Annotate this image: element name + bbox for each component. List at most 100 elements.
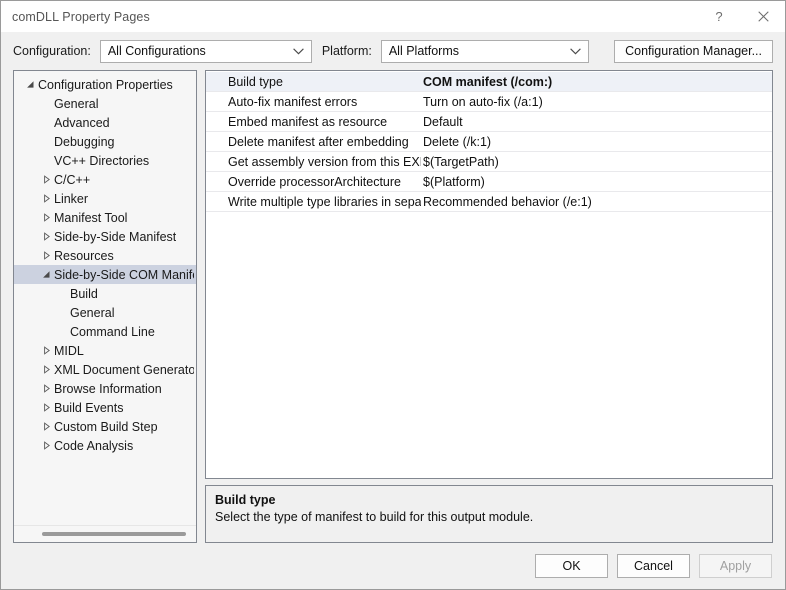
close-icon — [757, 11, 769, 22]
tree-item-side-by-side-com-manifest[interactable]: Side-by-Side COM Manifest — [14, 265, 196, 284]
property-value[interactable]: Delete (/k:1) — [421, 135, 772, 149]
expander-expand-icon[interactable] — [38, 194, 54, 203]
configuration-label: Configuration: — [13, 44, 91, 58]
tree-item-linker[interactable]: Linker — [14, 189, 196, 208]
tree-item-build[interactable]: Build — [14, 284, 196, 303]
property-value[interactable]: $(TargetPath) — [421, 155, 772, 169]
close-button[interactable] — [741, 1, 785, 32]
property-name: Delete manifest after embedding — [228, 134, 409, 149]
property-row[interactable]: Delete manifest after embedding Delete (/… — [206, 132, 772, 152]
tree-item-label: Browse Information — [54, 381, 162, 396]
configuration-toolbar: Configuration: All Configurations Platfo… — [1, 32, 785, 70]
expander-expand-icon[interactable] — [38, 232, 54, 241]
property-value[interactable]: $(Platform) — [421, 175, 772, 189]
platform-dropdown[interactable]: All Platforms — [380, 39, 589, 63]
tree-item-label: C/C++ — [54, 172, 91, 187]
tree-item-code-analysis[interactable]: Code Analysis — [14, 436, 196, 455]
tree-item-general[interactable]: General — [14, 94, 196, 113]
tree-item-label: XML Document Generator — [54, 362, 194, 377]
property-grid-panel: Build type COM manifest (/com:) Auto-fix m… — [205, 70, 773, 479]
window-title: comDLL Property Pages — [12, 9, 150, 24]
tree-item-advanced[interactable]: Advanced — [14, 113, 196, 132]
description-panel: Build type Select the type of manifest t… — [205, 485, 773, 543]
expander-expand-icon[interactable] — [38, 175, 54, 184]
expander-expand-icon[interactable] — [38, 346, 54, 355]
apply-button[interactable]: Apply — [699, 554, 772, 578]
tree-item-label: Debugging — [54, 134, 115, 149]
cancel-button[interactable]: Cancel — [617, 554, 690, 578]
properties-tree-panel: Configuration Properties General Advanced D… — [13, 70, 197, 543]
property-row[interactable]: Write multiple type libraries in separat… — [206, 192, 772, 212]
property-row[interactable]: Auto-fix manifest errors Turn on auto-fix… — [206, 92, 772, 112]
question-mark-icon: ? — [715, 9, 723, 24]
property-name: Auto-fix manifest errors — [228, 94, 358, 109]
property-row[interactable]: Embed manifest as resource Default — [206, 112, 772, 132]
expander-expand-icon[interactable] — [38, 384, 54, 393]
tree-item-c-c[interactable]: C/C++ — [14, 170, 196, 189]
tree-item-xml-document-generator[interactable]: XML Document Generator — [14, 360, 196, 379]
configuration-value: All Configurations — [107, 44, 206, 58]
property-row[interactable]: Build type COM manifest (/com:) — [206, 72, 772, 92]
property-name: Write multiple type libraries in separat… — [228, 194, 421, 209]
configuration-manager-button[interactable]: Configuration Manager... — [614, 39, 773, 63]
tree-item-label: Command Line — [70, 324, 155, 339]
tree-item-label: Code Analysis — [54, 438, 134, 453]
tree-item-general[interactable]: General — [14, 303, 196, 322]
property-value[interactable]: COM manifest (/com:) — [421, 75, 772, 89]
properties-tree[interactable]: Configuration Properties General Advanced D… — [14, 71, 196, 525]
tree-item-label: Custom Build Step — [54, 419, 158, 434]
expander-collapse-icon[interactable] — [22, 80, 38, 89]
property-grid[interactable]: Build type COM manifest (/com:) Auto-fix m… — [206, 71, 772, 212]
expander-expand-icon[interactable] — [38, 365, 54, 374]
help-button[interactable]: ? — [697, 1, 741, 32]
chevron-down-icon — [570, 41, 581, 62]
tree-item-label: Resources — [54, 248, 114, 263]
title-bar: comDLL Property Pages ? — [1, 1, 785, 32]
tree-item-label: Advanced — [54, 115, 110, 130]
tree-item-resources[interactable]: Resources — [14, 246, 196, 265]
tree-item-side-by-side-manifest[interactable]: Side-by-Side Manifest — [14, 227, 196, 246]
tree-item-custom-build-step[interactable]: Custom Build Step — [14, 417, 196, 436]
scrollbar-thumb[interactable] — [42, 532, 186, 536]
tree-item-label: General — [70, 305, 115, 320]
description-text: Select the type of manifest to build for… — [215, 510, 534, 524]
expander-expand-icon[interactable] — [38, 403, 54, 412]
expander-expand-icon[interactable] — [38, 251, 54, 260]
dialog-body: Configuration Properties General Advanced D… — [1, 70, 785, 543]
tree-item-command-line[interactable]: Command Line — [14, 322, 196, 341]
platform-label: Platform: — [321, 44, 372, 58]
property-value[interactable]: Recommended behavior (/e:1) — [421, 195, 772, 209]
expander-expand-icon[interactable] — [38, 441, 54, 450]
property-value[interactable]: Default — [421, 115, 772, 129]
expander-expand-icon[interactable] — [38, 422, 54, 431]
tree-item-label: Manifest Tool — [54, 210, 128, 225]
tree-item-label: VC++ Directories — [54, 153, 150, 168]
tree-item-label: Build Events — [54, 400, 124, 415]
platform-value: All Platforms — [388, 44, 459, 58]
property-row[interactable]: Override processorArchitecture $(Platform… — [206, 172, 772, 192]
ok-button[interactable]: OK — [535, 554, 608, 578]
tree-item-build-events[interactable]: Build Events — [14, 398, 196, 417]
tree-item-configuration-properties[interactable]: Configuration Properties — [14, 75, 196, 94]
property-name: Build type — [228, 74, 283, 89]
tree-item-browse-information[interactable]: Browse Information — [14, 379, 196, 398]
tree-item-label: Side-by-Side COM Manifest — [54, 267, 194, 282]
property-value[interactable]: Turn on auto-fix (/a:1) — [421, 95, 772, 109]
tree-item-label: Side-by-Side Manifest — [54, 229, 177, 244]
expander-collapse-icon[interactable] — [38, 270, 54, 279]
tree-item-label: MIDL — [54, 343, 84, 358]
tree-item-label: General — [54, 96, 99, 111]
tree-item-manifest-tool[interactable]: Manifest Tool — [14, 208, 196, 227]
expander-expand-icon[interactable] — [38, 213, 54, 222]
configuration-dropdown[interactable]: All Configurations — [99, 39, 312, 63]
property-name: Get assembly version from this EXE or DL… — [228, 154, 421, 169]
tree-item-debugging[interactable]: Debugging — [14, 132, 196, 151]
tree-item-label: Linker — [54, 191, 89, 206]
tree-item-vc-directories[interactable]: VC++ Directories — [14, 151, 196, 170]
caption-button-group: ? — [697, 1, 785, 32]
tree-item-midl[interactable]: MIDL — [14, 341, 196, 360]
tree-horizontal-scrollbar[interactable] — [14, 525, 196, 542]
property-row[interactable]: Get assembly version from this EXE or DL… — [206, 152, 772, 172]
property-content-column: Build type COM manifest (/com:) Auto-fix m… — [205, 70, 773, 543]
property-name: Override processorArchitecture — [228, 174, 401, 189]
